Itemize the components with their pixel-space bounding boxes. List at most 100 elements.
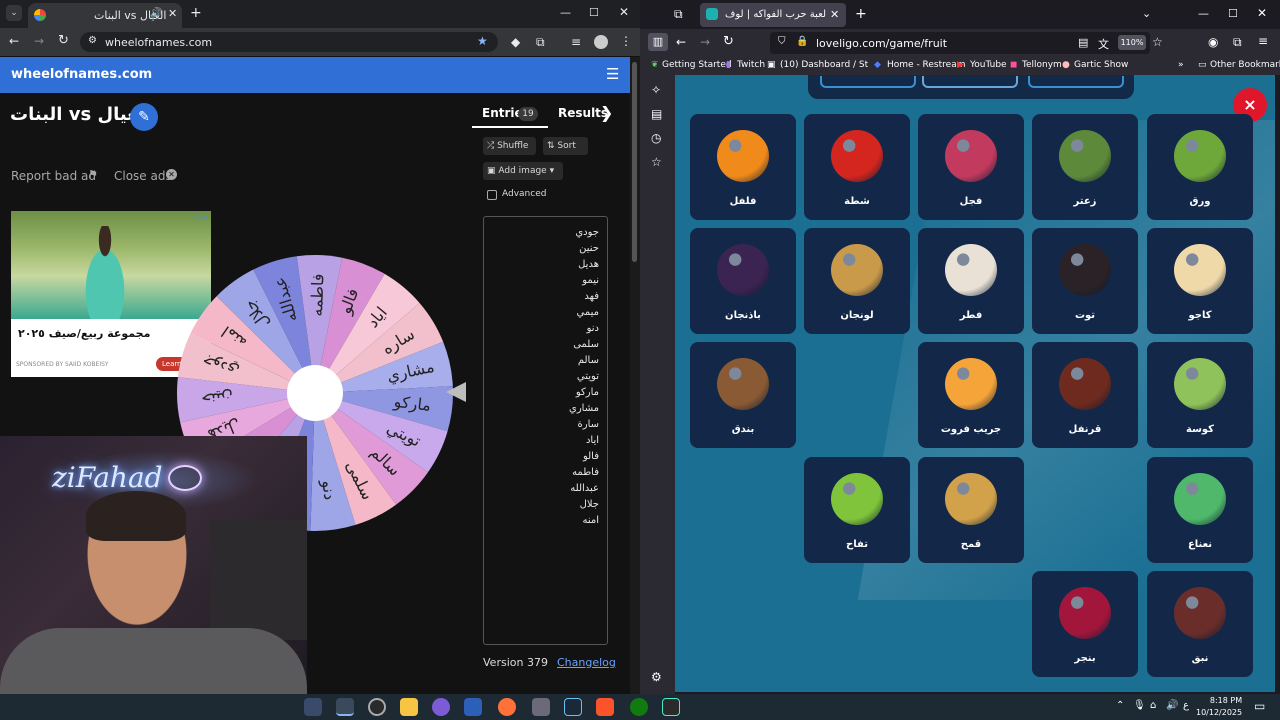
right-back-icon[interactable]: ← (676, 35, 686, 49)
hide-panel-chevron-icon[interactable]: ❯ (600, 103, 613, 122)
synced-tabs-icon[interactable]: ▤ (651, 107, 662, 121)
notifications-icon[interactable]: ▭ (1254, 699, 1265, 713)
add-image-button[interactable]: ▣ Add image ▾ (483, 162, 563, 180)
xbox-taskbar-icon[interactable] (630, 698, 648, 716)
site-info-icon[interactable]: ⚙ (88, 35, 97, 46)
fruit-card[interactable]: فطر (918, 228, 1024, 334)
right-forward-icon[interactable]: → (700, 35, 710, 49)
fruit-card[interactable]: توت (1032, 228, 1138, 334)
left-address-bar[interactable]: ⚙ wheelofnames.com ★ (80, 32, 498, 52)
entry-item[interactable]: سلمى (573, 337, 599, 353)
fruit-card[interactable]: شطة (804, 114, 910, 220)
entry-item[interactable]: فالو (583, 449, 599, 465)
extensions-icon[interactable]: ⧉ (536, 35, 545, 50)
wheel-center-hub[interactable] (287, 365, 343, 421)
right-bookmark-star-icon[interactable]: ☆ (1152, 35, 1163, 49)
entry-item[interactable]: اياد (586, 433, 599, 449)
profile-avatar[interactable] (594, 35, 608, 49)
changelog-link[interactable]: Changelog (557, 656, 616, 669)
obs-taskbar-icon[interactable] (368, 698, 386, 716)
fruit-card[interactable]: فجل (918, 114, 1024, 220)
edit-title-button[interactable]: ✎ (130, 103, 158, 131)
history-icon[interactable]: ◷ (651, 131, 661, 145)
reader-view-icon[interactable]: ▤ (1078, 36, 1088, 49)
fruit-card[interactable]: جريب فروت (918, 342, 1024, 448)
fruit-card[interactable]: قرنفل (1032, 342, 1138, 448)
right-address-bar[interactable]: ⛉ 🔒 loveligo.com/game/fruit ▤ 文 110% (770, 32, 1150, 54)
other-bookmarks[interactable]: Other Bookmarks (1210, 60, 1280, 70)
entry-item[interactable]: امنه (582, 513, 599, 529)
entry-item[interactable]: جلال (580, 497, 599, 513)
bookmark-tellonym[interactable]: Tellonym (1022, 60, 1062, 70)
window-close-icon[interactable]: ✕ (619, 5, 629, 19)
entry-item[interactable]: هديل (578, 257, 599, 273)
fruit-card[interactable]: نبق (1147, 571, 1253, 677)
right-extensions-icon[interactable]: ⧉ (1233, 35, 1242, 50)
volume-icon[interactable]: 🔊 (1166, 700, 1178, 711)
bookmark-twitch[interactable]: Twitch (737, 60, 765, 70)
shuffle-button[interactable]: ⤮ Shuffle (483, 137, 536, 155)
firefox-menu-icon[interactable]: ≡ (1258, 34, 1268, 48)
advanced-checkbox[interactable] (487, 190, 497, 200)
entry-item[interactable]: ماركو (576, 385, 599, 401)
bookmark-gartic-show[interactable]: Gartic Show (1074, 60, 1128, 70)
game-top-button-3[interactable] (1028, 76, 1124, 88)
ad-headline[interactable]: مجموعة ربيع/صيف ٢٠٢٥ (18, 327, 198, 340)
ai-sparkle-icon[interactable]: ✧ (651, 83, 661, 97)
chrome-taskbar-icon[interactable] (336, 698, 354, 716)
entry-item[interactable]: تويتي (577, 369, 599, 385)
translate-icon[interactable]: 文 (1098, 36, 1109, 52)
media-controls-icon[interactable]: ≡ (571, 35, 581, 49)
minimize-icon[interactable]: — (560, 6, 571, 19)
right-reload-icon[interactable]: ↻ (723, 34, 734, 49)
close-ads-link[interactable]: Close ads (114, 169, 172, 183)
hamburger-menu-icon[interactable]: ☰ (606, 65, 619, 83)
game-top-button-2[interactable] (922, 76, 1018, 88)
left-active-tab[interactable]: البنات vs العيال 🔊 ✕ (28, 3, 182, 28)
discord-taskbar-icon[interactable] (432, 698, 450, 716)
language-indicator[interactable]: ع (1183, 700, 1189, 711)
firefox-taskbar-icon[interactable] (498, 698, 516, 716)
tab-list-chevron-icon[interactable]: ⌄ (1142, 7, 1151, 20)
taskbar-clock[interactable]: 8:18 PM 10/12/2025 (1196, 695, 1242, 719)
microphone-icon[interactable]: 🎙 (1133, 700, 1146, 711)
fruit-card[interactable]: تفاح (804, 457, 910, 563)
steam-taskbar-icon[interactable] (564, 698, 582, 716)
customize-gear-icon[interactable]: ⚙ (651, 670, 662, 684)
right-new-tab-icon[interactable]: + (855, 6, 867, 22)
entry-item[interactable]: نيمو (582, 273, 599, 289)
chrome-menu-icon[interactable]: ⋮ (620, 34, 632, 48)
network-icon[interactable]: ⌂ (1150, 700, 1156, 711)
fruit-card[interactable]: بندق (690, 342, 796, 448)
fruit-card[interactable]: نعناع (1147, 457, 1253, 563)
fruit-card[interactable]: قمح (918, 457, 1024, 563)
fruit-card[interactable]: كوسة (1147, 342, 1253, 448)
bookmark-star-icon[interactable]: ★ (477, 34, 488, 48)
tab-close-icon[interactable]: ✕ (168, 7, 177, 20)
fruit-card[interactable]: ورق (1147, 114, 1253, 220)
entry-item[interactable]: جودي (575, 225, 599, 241)
ad-choices-icon[interactable]: ⓘ✕ (194, 213, 209, 224)
account-icon[interactable]: ◉ (1208, 35, 1218, 49)
entry-item[interactable]: حنين (579, 241, 599, 257)
fruit-card[interactable]: كاجو (1147, 228, 1253, 334)
bookmark-getting-started[interactable]: Getting Started (662, 60, 732, 70)
entry-item[interactable]: عبدالله (570, 481, 599, 497)
new-tab-icon[interactable]: + (190, 5, 202, 21)
brave-taskbar-icon[interactable] (596, 698, 614, 716)
sidebar-toggle-icon[interactable]: ▥ (648, 33, 668, 51)
left-scrollbar-thumb[interactable] (632, 62, 637, 262)
entries-textarea[interactable]: جودي حنين هديل نيمو فهد ميمي دنو سلمى سالم تويتي م… (483, 216, 608, 645)
fruit-card[interactable]: لونجان (804, 228, 910, 334)
right-page-scrollbar[interactable] (1275, 75, 1280, 692)
bookmark-restream[interactable]: Home - Restream (887, 60, 965, 70)
right-window-close-icon[interactable]: ✕ (1257, 6, 1267, 20)
tab-search-icon[interactable]: ⌄ (6, 5, 22, 21)
zoom-level-badge[interactable]: 110% (1118, 35, 1146, 50)
back-icon[interactable]: ← (9, 34, 19, 48)
fruit-card[interactable]: زعتر (1032, 114, 1138, 220)
entry-item[interactable]: فهد (584, 289, 599, 305)
entry-item[interactable]: مشاري (569, 401, 599, 417)
sort-button[interactable]: ⇅ Sort (543, 137, 588, 155)
entry-item[interactable]: سالم (578, 353, 599, 369)
